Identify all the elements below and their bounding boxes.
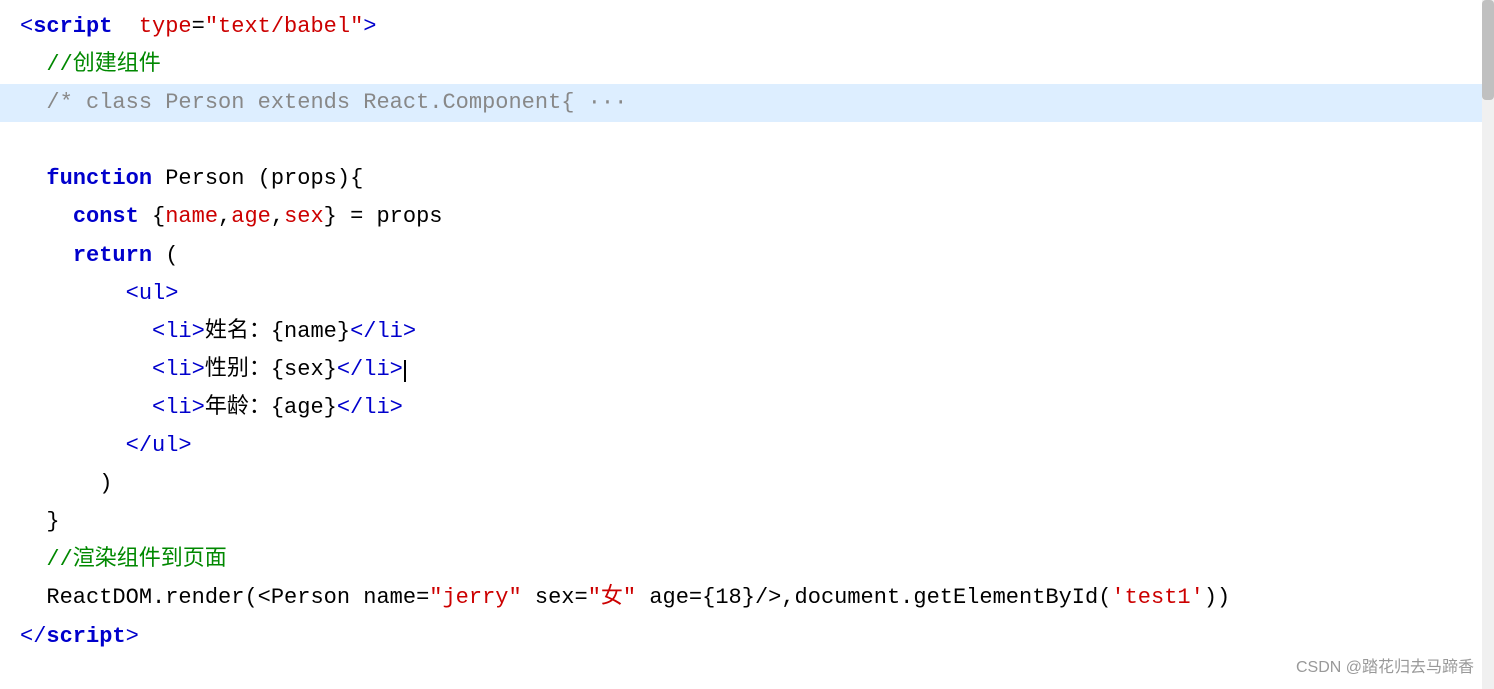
code-line-11: <li>年龄：{age}</li>: [0, 389, 1494, 427]
attr-sex-value: "女": [588, 585, 636, 610]
text-sex: 性别：{sex}: [205, 357, 337, 382]
code-line-1: <script type="text/babel">: [0, 8, 1494, 46]
tag-open: <: [20, 14, 33, 39]
tag-li-open-3: <li>: [152, 395, 205, 420]
tag-li-close-2: </li>: [337, 357, 403, 382]
keyword-script: script: [33, 14, 112, 39]
comment-block-class: /* class Person extends React.Component{…: [20, 90, 627, 115]
code-line-4: [0, 122, 1494, 160]
code-line-2: //创建组件: [0, 46, 1494, 84]
code-line-15: //渲染组件到页面: [0, 541, 1494, 579]
code-line-6: const {name,age,sex} = props: [0, 198, 1494, 236]
code-line-17: </script>: [0, 618, 1494, 656]
watermark: CSDN @踏花归去马蹄香: [1296, 655, 1474, 681]
scrollbar-thumb[interactable]: [1482, 0, 1494, 100]
comment-render: //渲染组件到页面: [20, 547, 227, 572]
attr-value-babel: "text/babel": [205, 14, 363, 39]
code-line-14: }: [0, 503, 1494, 541]
tag-script-close-end: >: [126, 624, 139, 649]
code-line-7: return (: [0, 237, 1494, 275]
keyword-return: return: [73, 243, 152, 268]
tag-close: >: [363, 14, 376, 39]
function-sig: Person (props){: [152, 166, 363, 191]
function-close: }: [46, 509, 59, 534]
keyword-function: function: [46, 166, 152, 191]
code-line-8: <ul>: [0, 275, 1494, 313]
reactdom-render: ReactDOM.render(<Person name=: [46, 585, 429, 610]
tag-li-open-2: <li>: [152, 357, 205, 382]
tag-li-open-1: <li>: [152, 319, 205, 344]
code-line-5: function Person (props){: [0, 160, 1494, 198]
code-line-10: <li>性别：{sex}</li>: [0, 351, 1494, 389]
code-line-12: </ul>: [0, 427, 1494, 465]
code-line-9: <li>姓名：{name}</li>: [0, 313, 1494, 351]
tag-ul-open: <ul>: [126, 281, 179, 306]
keyword-const: const: [73, 204, 139, 229]
var-name: name: [165, 204, 218, 229]
code-line-16: ReactDOM.render(<Person name="jerry" sex…: [0, 579, 1494, 617]
text-name: 姓名：{name}: [205, 319, 350, 344]
attr-name-value: "jerry": [429, 585, 521, 610]
scrollbar[interactable]: [1482, 0, 1494, 689]
tag-li-close-3: </li>: [337, 395, 403, 420]
keyword-script-close: script: [46, 624, 125, 649]
text-age: 年龄：{age}: [205, 395, 337, 420]
attr-id-value: 'test1': [1111, 585, 1203, 610]
tag-script-close-open: </: [20, 624, 46, 649]
attr-type: type: [139, 14, 192, 39]
text-cursor: [404, 360, 406, 382]
code-line-3: /* class Person extends React.Component{…: [0, 84, 1494, 122]
code-editor: <script type="text/babel"> //创建组件 /* cla…: [0, 0, 1494, 689]
var-age: age: [231, 204, 271, 229]
return-close: ): [99, 471, 112, 496]
tag-li-close-1: </li>: [350, 319, 416, 344]
comment-create: //创建组件: [20, 52, 161, 77]
code-line-13: ): [0, 465, 1494, 503]
tag-ul-close: </ul>: [126, 433, 192, 458]
var-sex: sex: [284, 204, 324, 229]
